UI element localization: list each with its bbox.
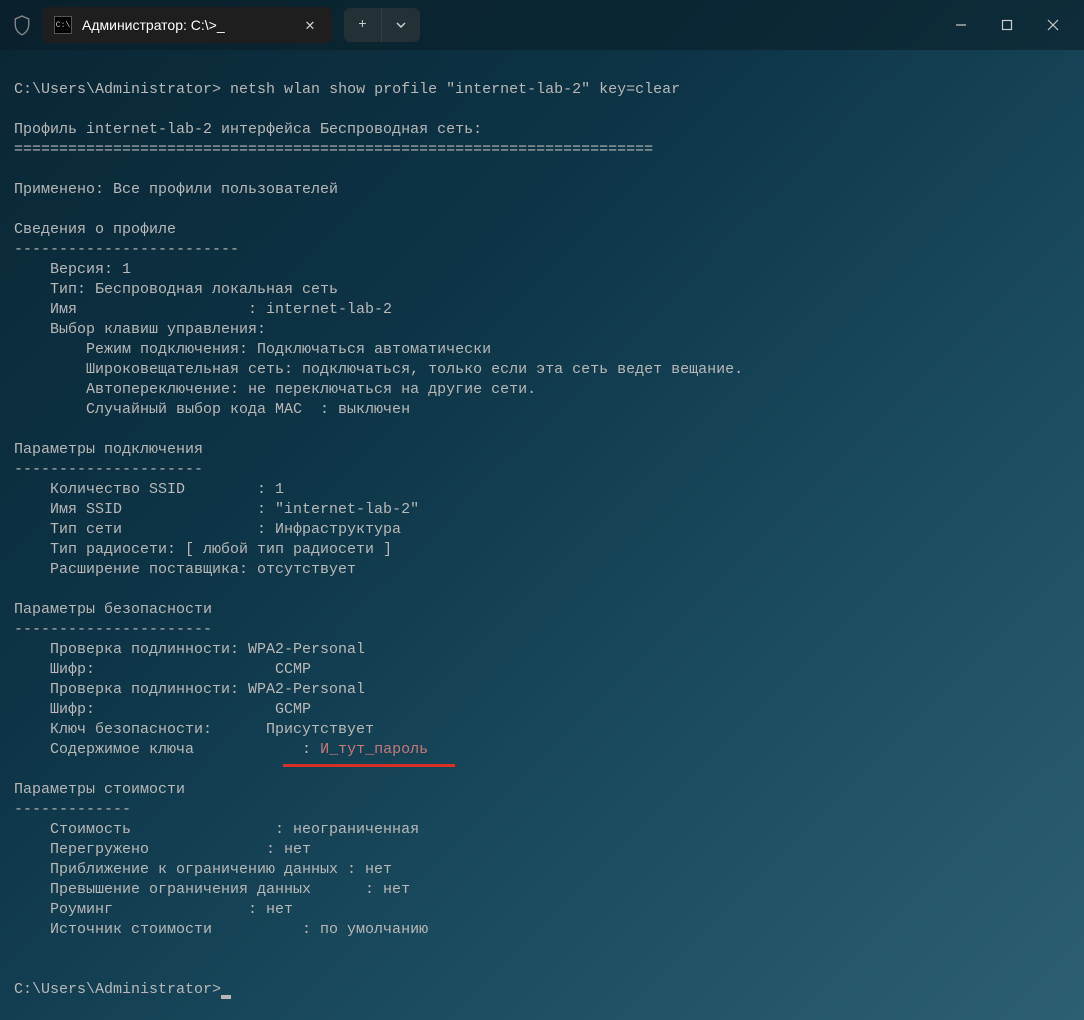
output-line: Проверка подлинности: WPA2-Personal bbox=[14, 681, 365, 698]
cmd-icon: C:\ bbox=[54, 16, 72, 34]
output-line: Тип сети : Инфраструктура bbox=[14, 521, 401, 538]
output-line: Перегружено : нет bbox=[14, 841, 311, 858]
output-line: Приближение к ограничению данных : нет bbox=[14, 861, 392, 878]
maximize-button[interactable] bbox=[984, 0, 1030, 50]
output-line: Версия: 1 bbox=[14, 261, 131, 278]
output-line: Стоимость : неограниченная bbox=[14, 821, 419, 838]
output-line: Выбор клавиш управления: bbox=[14, 321, 266, 338]
output-line: Содержимое ключа : bbox=[14, 741, 320, 758]
close-window-button[interactable] bbox=[1030, 0, 1076, 50]
output-line: Применено: Все профили пользователей bbox=[14, 181, 338, 198]
output-line: Тип радиосети: [ любой тип радиосети ] bbox=[14, 541, 392, 558]
prompt: C:\Users\Administrator> bbox=[14, 981, 221, 998]
shield-icon bbox=[12, 13, 32, 37]
output-line: Имя : internet-lab-2 bbox=[14, 301, 392, 318]
prompt: C:\Users\Administrator> bbox=[14, 81, 230, 98]
red-underline-annotation bbox=[283, 764, 455, 767]
output-line: Автопереключение: не переключаться на др… bbox=[14, 381, 536, 398]
new-tab-button[interactable]: + bbox=[344, 8, 382, 42]
output-line: Профиль internet-lab-2 интерфейса Беспро… bbox=[14, 121, 482, 138]
section-header: Параметры подключения bbox=[14, 441, 203, 458]
minimize-button[interactable] bbox=[938, 0, 984, 50]
command-text: netsh wlan show profile "internet-lab-2"… bbox=[230, 81, 680, 98]
output-line: Проверка подлинности: WPA2-Personal bbox=[14, 641, 365, 658]
tab-controls: + bbox=[344, 8, 420, 42]
output-line: Широковещательная сеть: подключаться, то… bbox=[14, 361, 743, 378]
output-line: Расширение поставщика: отсутствует bbox=[14, 561, 356, 578]
output-line: Случайный выбор кода MAC : выключен bbox=[14, 401, 410, 418]
output-line: Роуминг : нет bbox=[14, 901, 293, 918]
window-controls bbox=[938, 0, 1076, 50]
cursor bbox=[221, 995, 231, 999]
tab-dropdown-button[interactable] bbox=[382, 8, 420, 42]
output-line: Шифр: GCMP bbox=[14, 701, 311, 718]
output-line: Шифр: CCMP bbox=[14, 661, 311, 678]
output-line: Превышение ограничения данных : нет bbox=[14, 881, 410, 898]
section-header: Параметры стоимости bbox=[14, 781, 185, 798]
terminal-output[interactable]: C:\Users\Administrator> netsh wlan show … bbox=[0, 50, 1084, 1010]
titlebar: C:\ Администратор: C:\>_ ✕ + bbox=[0, 0, 1084, 50]
output-line: ========================================… bbox=[14, 141, 653, 158]
password-value: И_тут_пароль bbox=[320, 741, 428, 758]
section-header: Параметры безопасности bbox=[14, 601, 212, 618]
tab-title: Администратор: C:\>_ bbox=[82, 17, 290, 33]
output-line: ------------------------- bbox=[14, 241, 239, 258]
output-line: Имя SSID : "internet-lab-2" bbox=[14, 501, 419, 518]
output-line: ---------------------- bbox=[14, 621, 212, 638]
output-line: Количество SSID : 1 bbox=[14, 481, 284, 498]
output-line: Режим подключения: Подключаться автомати… bbox=[14, 341, 491, 358]
active-tab[interactable]: C:\ Администратор: C:\>_ ✕ bbox=[42, 7, 332, 43]
section-header: Сведения о профиле bbox=[14, 221, 176, 238]
close-tab-button[interactable]: ✕ bbox=[300, 15, 320, 35]
output-line: ------------- bbox=[14, 801, 131, 818]
output-line: Ключ безопасности: Присутствует bbox=[14, 721, 374, 738]
output-line: --------------------- bbox=[14, 461, 203, 478]
output-line: Тип: Беспроводная локальная сеть bbox=[14, 281, 338, 298]
output-line: Источник стоимости : по умолчанию bbox=[14, 921, 428, 938]
